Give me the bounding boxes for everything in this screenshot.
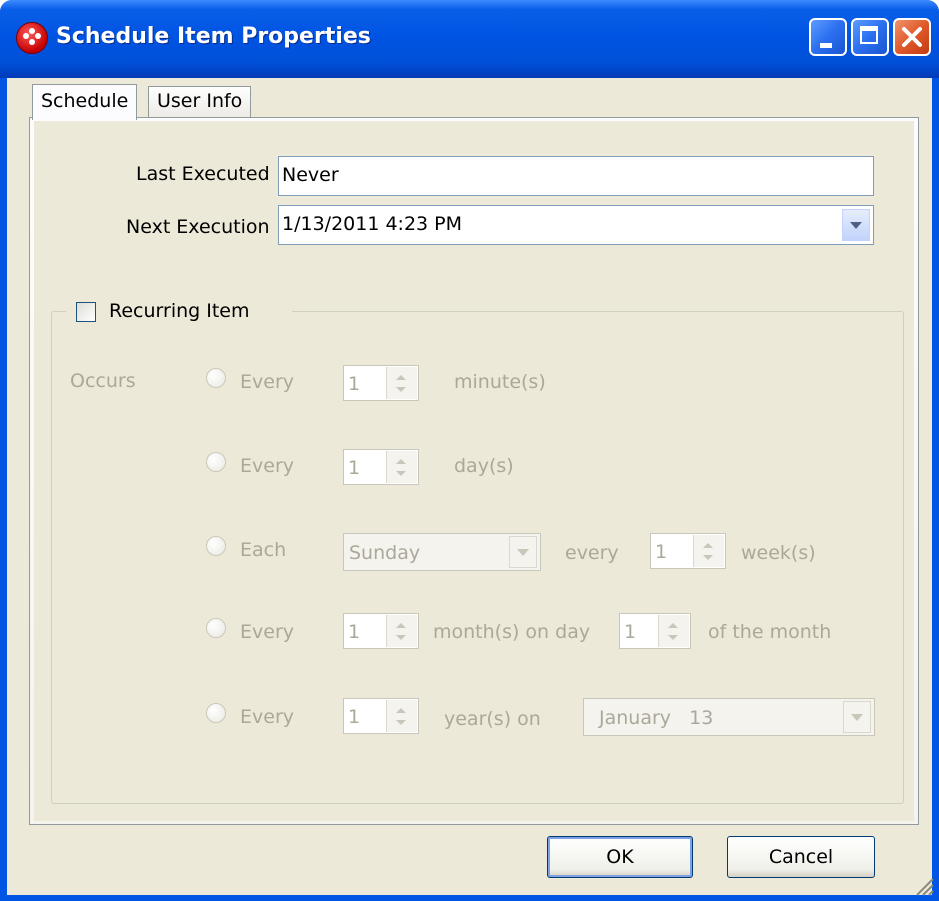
combo-value: Sunday: [349, 542, 421, 564]
recurring-item-checkbox[interactable]: [76, 302, 96, 322]
chevron-down-icon: [850, 222, 862, 229]
weeks-middle: every: [565, 542, 619, 564]
spin-up-icon: [396, 459, 406, 464]
spin-up-icon: [703, 543, 713, 548]
close-button[interactable]: [893, 18, 931, 56]
next-execution-label: Next Execution: [126, 216, 270, 238]
weekday-dropdown-button[interactable]: [509, 536, 537, 568]
minutes-spinner[interactable]: 1: [343, 365, 419, 401]
radio-every-months[interactable]: [206, 618, 226, 638]
spin-down-icon: [396, 720, 406, 725]
days-spinner[interactable]: 1: [343, 449, 419, 485]
radio-label: Every: [240, 706, 294, 728]
year-date-dropdown-button[interactable]: [843, 701, 871, 733]
spinner-buttons[interactable]: [386, 615, 417, 647]
spinner-value: 1: [348, 706, 361, 728]
weeks-suffix: week(s): [741, 542, 816, 564]
spinner-value: 1: [348, 457, 361, 479]
spin-down-icon: [668, 635, 678, 640]
spin-up-icon: [396, 708, 406, 713]
minimize-button[interactable]: [809, 18, 847, 56]
last-executed-field[interactable]: Never: [278, 156, 874, 196]
spinner-buttons[interactable]: [693, 535, 724, 567]
chevron-down-icon: [517, 549, 529, 556]
radio-label: Every: [240, 371, 294, 393]
dialog-window: Schedule Item Properties Schedule User I…: [0, 0, 939, 901]
spin-up-icon: [396, 623, 406, 628]
maximize-icon: [860, 26, 878, 44]
maximize-button[interactable]: [851, 18, 889, 56]
close-icon: [902, 27, 922, 47]
spinner-buttons[interactable]: [658, 615, 689, 647]
year-date-combo[interactable]: January 13: [583, 698, 875, 736]
spin-down-icon: [396, 635, 406, 640]
months-spinner[interactable]: 1: [343, 613, 419, 649]
title-bar[interactable]: Schedule Item Properties: [0, 0, 939, 78]
month-day-spinner[interactable]: 1: [619, 613, 691, 649]
tab-user-info[interactable]: User Info: [148, 86, 252, 117]
spinner-value: 1: [624, 621, 637, 643]
spin-down-icon: [396, 387, 406, 392]
radio-every-years[interactable]: [206, 703, 226, 723]
radio-label: Every: [240, 455, 294, 477]
combo-value: January 13: [599, 707, 714, 729]
app-icon: [16, 22, 48, 54]
chevron-down-icon: [851, 714, 863, 721]
window-title: Schedule Item Properties: [56, 24, 371, 49]
cancel-button[interactable]: Cancel: [727, 836, 875, 878]
radio-every-days[interactable]: [206, 452, 226, 472]
last-executed-label: Last Executed: [136, 163, 270, 185]
spinner-value: 1: [348, 621, 361, 643]
resize-grip-icon[interactable]: [913, 875, 935, 897]
minimize-icon: [820, 43, 832, 48]
months-suffix: of the month: [708, 621, 832, 643]
months-middle: month(s) on day: [433, 621, 591, 643]
next-execution-field[interactable]: 1/13/2011 4:23 PM: [278, 205, 874, 245]
spin-down-icon: [396, 471, 406, 476]
spinner-buttons[interactable]: [386, 451, 417, 483]
weekday-combo[interactable]: Sunday: [343, 533, 541, 571]
spinner-value: 1: [655, 541, 668, 563]
spin-up-icon: [668, 623, 678, 628]
weeks-spinner[interactable]: 1: [650, 533, 726, 569]
radio-label: Every: [240, 621, 294, 643]
next-execution-value: 1/13/2011 4:23 PM: [282, 213, 463, 235]
occurs-label: Occurs: [70, 370, 136, 392]
radio-every-minutes[interactable]: [206, 368, 226, 388]
spinner-buttons[interactable]: [386, 367, 417, 399]
next-execution-dropdown-button[interactable]: [842, 209, 870, 241]
spin-down-icon: [703, 555, 713, 560]
tab-label: User Info: [157, 90, 243, 112]
years-spinner[interactable]: 1: [343, 698, 419, 734]
days-suffix: day(s): [454, 455, 514, 477]
recurring-item-label: Recurring Item: [109, 300, 250, 322]
tab-schedule[interactable]: Schedule: [32, 84, 138, 120]
radio-each-week[interactable]: [206, 536, 226, 556]
years-middle: year(s) on: [444, 708, 541, 730]
radio-label: Each: [240, 539, 287, 561]
ok-button[interactable]: OK: [547, 836, 693, 878]
spinner-value: 1: [348, 373, 361, 395]
minutes-suffix: minute(s): [454, 371, 546, 393]
spinner-buttons[interactable]: [386, 700, 417, 732]
tab-label: Schedule: [41, 90, 129, 112]
spin-up-icon: [396, 375, 406, 380]
